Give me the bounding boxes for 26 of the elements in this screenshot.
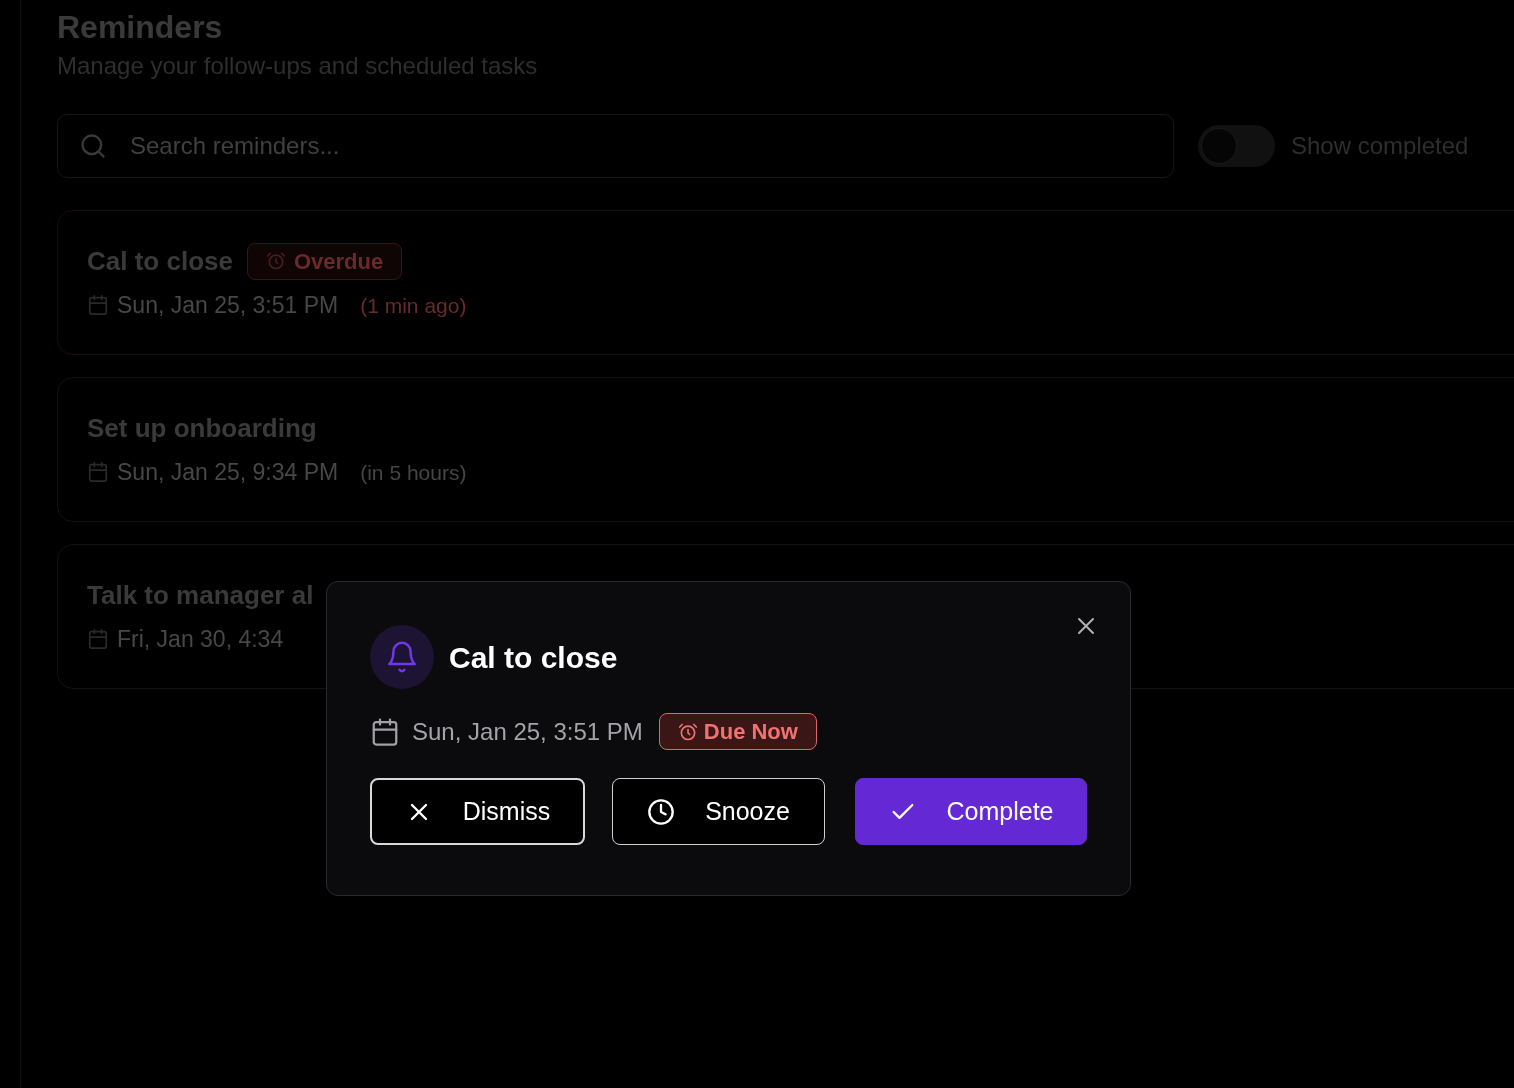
alarm-clock-icon (265, 251, 286, 271)
overdue-badge: Overdue (246, 242, 403, 280)
page-title: Reminders (57, 8, 224, 47)
calendar-icon (87, 628, 109, 651)
reminder-title: Talk to manager al (87, 578, 314, 612)
due-date: Sun, Jan 25, 3:51 PM (412, 716, 643, 747)
relative-time: (1 min ago) (360, 292, 467, 319)
reminder-title: Cal to close (87, 244, 233, 278)
toggle-switch[interactable] (1198, 125, 1275, 167)
clock-icon (647, 797, 676, 826)
search-field[interactable]: Search reminders... (57, 114, 1174, 178)
search-icon (79, 132, 107, 160)
snooze-button[interactable]: Snooze (612, 778, 826, 845)
dialog-title: Cal to close (449, 639, 618, 676)
reminder-date: Sun, Jan 25, 9:34 PM (117, 458, 339, 487)
reminder-date: Fri, Jan 30, 4:34 (117, 625, 284, 654)
alarm-clock-icon (677, 721, 698, 742)
dismiss-button[interactable]: Dismiss (370, 778, 586, 845)
relative-time: (in 5 hours) (360, 459, 467, 486)
reminder-title: Set up onboarding (87, 411, 317, 445)
badge-text: Due Now (703, 718, 798, 746)
calendar-icon (87, 294, 109, 317)
reminder-date: Sun, Jan 25, 3:51 PM (117, 291, 339, 320)
complete-button[interactable]: Complete (855, 778, 1087, 845)
calendar-icon (87, 461, 109, 484)
calendar-icon (370, 716, 400, 747)
